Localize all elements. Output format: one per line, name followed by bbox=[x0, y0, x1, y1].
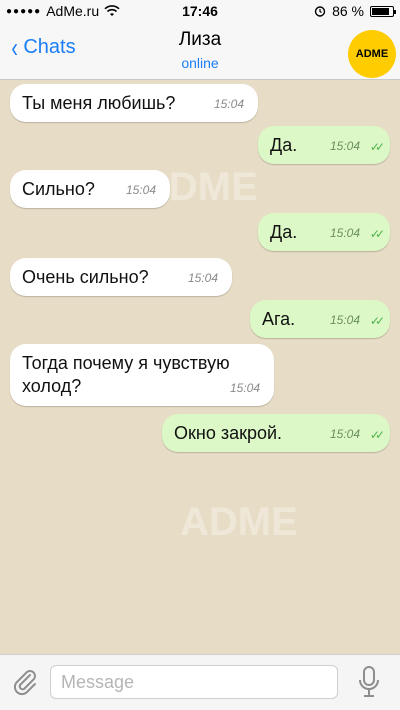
watermark-logo: ADME bbox=[180, 500, 298, 544]
message-time: 15:04 bbox=[213, 97, 244, 111]
double-check-icon: ✓✓ bbox=[369, 314, 385, 328]
message-text: Окно закрой. bbox=[174, 423, 283, 443]
double-check-icon: ✓✓ bbox=[369, 140, 385, 154]
message-time: 15:04 bbox=[329, 139, 360, 153]
status-right: 86 % bbox=[314, 3, 396, 19]
message-text: Очень сильно? bbox=[22, 267, 149, 287]
message-time: 15:04 bbox=[125, 183, 156, 197]
message-text: Сильно? bbox=[22, 179, 95, 199]
message-text: Да. bbox=[270, 135, 298, 155]
message-text: Да. bbox=[270, 222, 298, 242]
message-bubble[interactable]: Тогда почему я чувствую холод? 15:04 bbox=[10, 344, 274, 406]
attachment-icon[interactable] bbox=[10, 667, 40, 697]
message-time: 15:04 bbox=[329, 226, 360, 240]
message-bubble[interactable]: Ты меня любишь? 15:04 bbox=[10, 84, 258, 122]
message-time: 15:04 bbox=[329, 313, 360, 327]
message-bubble[interactable]: Да. 15:04 ✓✓ bbox=[258, 126, 390, 164]
battery-percent: 86 % bbox=[332, 3, 364, 19]
alarm-icon bbox=[314, 6, 326, 17]
message-time: 15:04 bbox=[329, 427, 360, 441]
microphone-icon[interactable] bbox=[356, 665, 382, 699]
message-bubble[interactable]: Ага. 15:04 ✓✓ bbox=[250, 300, 390, 338]
contact-name[interactable]: Лиза bbox=[0, 29, 400, 51]
message-time: 15:04 bbox=[229, 381, 260, 395]
chat-area[interactable]: ADME ADME Ты меня любишь? 15:04 Да. 15:0… bbox=[0, 80, 400, 654]
contact-status: online bbox=[181, 55, 219, 71]
battery-icon bbox=[370, 5, 396, 17]
message-bubble[interactable]: Очень сильно? 15:04 bbox=[10, 258, 232, 296]
status-bar: ●●●●● AdMe.ru 17:46 86 % bbox=[0, 0, 400, 22]
double-check-icon: ✓✓ bbox=[369, 227, 385, 241]
message-bubble[interactable]: Да. 15:04 ✓✓ bbox=[258, 213, 390, 251]
message-text: Ты меня любишь? bbox=[22, 93, 176, 113]
message-bubble[interactable]: Сильно? 15:04 bbox=[10, 170, 170, 208]
avatar[interactable]: ADME bbox=[348, 30, 396, 78]
navigation-bar: ‹ Chats Лиза online ADME bbox=[0, 22, 400, 80]
composer-bar bbox=[0, 654, 400, 710]
message-bubble[interactable]: Окно закрой. 15:04 ✓✓ bbox=[162, 414, 390, 452]
message-input[interactable] bbox=[50, 665, 338, 699]
message-text: Ага. bbox=[262, 309, 296, 329]
double-check-icon: ✓✓ bbox=[369, 428, 385, 442]
message-time: 15:04 bbox=[187, 271, 218, 285]
